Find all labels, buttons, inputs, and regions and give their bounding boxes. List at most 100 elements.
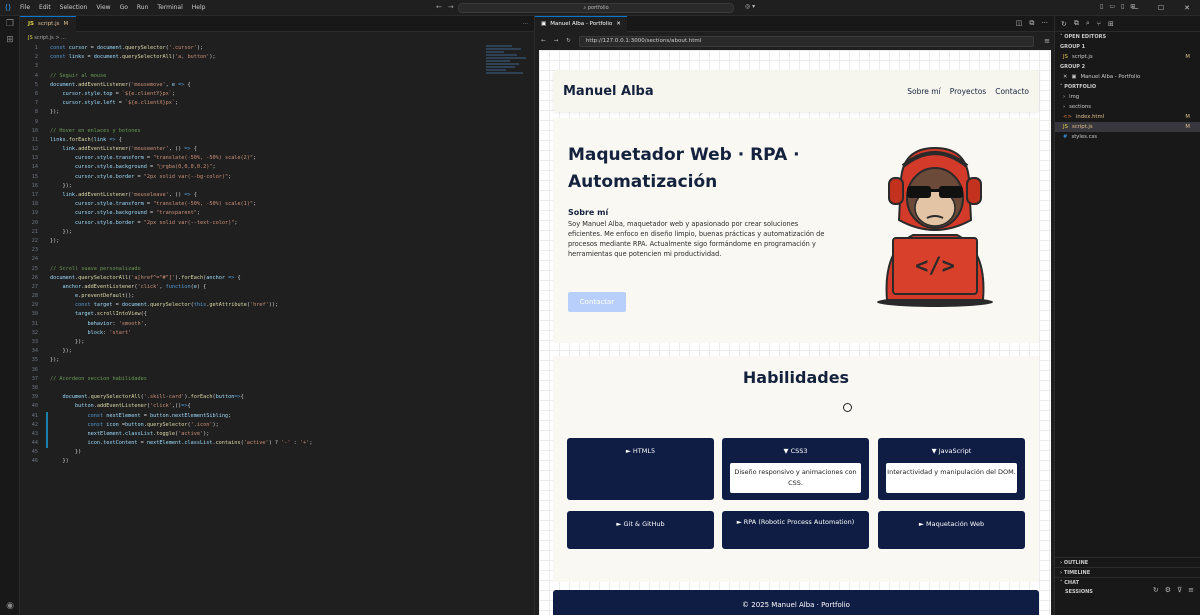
forward-arrow-icon[interactable]: →: [448, 3, 454, 11]
menu-edit[interactable]: Edit: [39, 4, 51, 11]
code-line[interactable]: 7 cursor. style. left = `${e.clientX}px`;: [20, 99, 535, 108]
skill-card-rpa[interactable]: ► RPA (Robotic Process Automation): [722, 511, 869, 549]
toggle-panel-icon[interactable]: ▭: [1109, 3, 1115, 10]
menu-file[interactable]: File: [20, 4, 30, 11]
code-line[interactable]: 21 });: [20, 228, 535, 237]
code-line[interactable]: 32 block: 'start': [20, 329, 535, 338]
open-editor-preview[interactable]: ✕ ▣ Manuel Alba - Portfolio: [1055, 72, 1200, 82]
skill-card-css3[interactable]: ▼ CSS3 Diseño responsivo y animaciones c…: [722, 438, 869, 500]
filter-icon[interactable]: ⊽: [1177, 586, 1182, 594]
refresh-icon[interactable]: ↻: [1061, 20, 1067, 28]
code-line[interactable]: 6 cursor. style. top = `${e.clientY}px`;: [20, 90, 535, 99]
close-icon[interactable]: ✕: [1063, 72, 1067, 82]
breadcrumb[interactable]: JS script.js > ...: [20, 32, 534, 44]
more-actions-icon[interactable]: ···: [523, 21, 528, 27]
code-line[interactable]: 2 const links = document. querySelectorAll…: [20, 53, 535, 62]
code-line[interactable]: 19 cursor. style. background = "transparen…: [20, 209, 535, 218]
toggle-sidebar-icon[interactable]: ▯: [1100, 3, 1103, 10]
forward-arrow-icon[interactable]: →: [554, 38, 559, 44]
close-window-icon[interactable]: ✕: [1174, 0, 1200, 16]
menu-go[interactable]: Go: [120, 4, 128, 11]
code-line[interactable]: 13 cursor. style. transform = "translate(-…: [20, 154, 535, 163]
back-arrow-icon[interactable]: ←: [436, 3, 442, 11]
outline-header[interactable]: › OUTLINE: [1055, 557, 1200, 567]
skill-card-git[interactable]: ► Git & GitHub: [567, 511, 714, 549]
copilot-icon[interactable]: ◎ ▾: [745, 3, 755, 10]
code-line[interactable]: 5 document. addEventListener('mousemove', …: [20, 81, 535, 90]
hamburger-menu-icon[interactable]: ≡: [1044, 37, 1050, 45]
contact-button[interactable]: Contactar: [568, 292, 626, 312]
code-line[interactable]: 4 // Seguir al mouse: [20, 72, 535, 81]
file-tree-item[interactable]: › sections: [1055, 102, 1200, 112]
nav-contact[interactable]: Contacto: [995, 87, 1029, 96]
code-line[interactable]: 45 }): [20, 448, 535, 457]
code-line[interactable]: 43 nextElement. classList. toggle('active'…: [20, 429, 535, 440]
code-line[interactable]: 24: [20, 255, 535, 264]
code-line[interactable]: 28 e. preventDefault ();: [20, 292, 535, 301]
code-line[interactable]: 31 behavior: 'smooth',: [20, 320, 535, 329]
account-icon[interactable]: ◉: [0, 601, 20, 611]
file-tree-item[interactable]: JS script.js M: [1055, 122, 1200, 132]
nav-about[interactable]: Sobre mí: [907, 87, 940, 96]
code-line[interactable]: 3: [20, 62, 535, 71]
open-in-browser-icon[interactable]: ⧉: [1029, 19, 1034, 28]
code-line[interactable]: 35});: [20, 356, 535, 365]
code-line[interactable]: 46 }): [20, 457, 535, 466]
code-line[interactable]: 44 icon. textContent = nextElement. classL…: [20, 439, 535, 449]
collapse-icon[interactable]: ≡: [1188, 586, 1194, 594]
code-line[interactable]: 17 link. addEventListener('mouseleave', (…: [20, 191, 535, 200]
close-tab-icon[interactable]: ✕: [616, 21, 621, 27]
code-line[interactable]: 22});: [20, 237, 535, 246]
code-line[interactable]: 10 // Hover en enlaces y botones: [20, 127, 535, 136]
timeline-header[interactable]: › TIMELINE: [1055, 567, 1200, 577]
code-line[interactable]: 15 cursor. style. border = "2px solid var(…: [20, 173, 535, 182]
portfolio-folder-header[interactable]: ˅ PORTFOLIO: [1055, 82, 1200, 92]
search-icon[interactable]: ⌕: [1086, 19, 1090, 28]
code-line[interactable]: 42 const icon = button. querySelector('.ic…: [20, 420, 535, 430]
code-line[interactable]: 18 cursor. style. transform = "translate(-…: [20, 200, 535, 209]
code-line[interactable]: 20 cursor. style. border = "2px solid var(…: [20, 219, 535, 228]
tab-preview[interactable]: ▣ Manuel Alba - Portfolio ✕: [535, 15, 627, 32]
code-line[interactable]: 41 const nextElement = button. nextElemen…: [20, 411, 535, 421]
code-line[interactable]: 8});: [20, 108, 535, 117]
settings-icon[interactable]: ⚙: [1165, 586, 1171, 594]
file-tree-item[interactable]: › img: [1055, 92, 1200, 102]
open-editors-header[interactable]: ˅ OPEN EDITORS: [1055, 32, 1200, 42]
command-center-search[interactable]: ⌕ portfolio: [458, 3, 734, 13]
code-line[interactable]: 25 // Scroll suave personalizado: [20, 265, 535, 274]
code-line[interactable]: 30 target. scrollIntoView({: [20, 310, 535, 319]
code-line[interactable]: 33 });: [20, 338, 535, 347]
file-tree-item[interactable]: <> index.html M: [1055, 112, 1200, 122]
copy-icon[interactable]: ⧉: [1074, 19, 1079, 28]
code-line[interactable]: 29 const target = document. querySelector…: [20, 301, 535, 310]
code-line[interactable]: 27 anchor. addEventListener('click', func…: [20, 283, 535, 292]
code-line[interactable]: 38: [20, 384, 535, 393]
menu-help[interactable]: Help: [192, 4, 206, 11]
menu-terminal[interactable]: Terminal: [157, 4, 182, 11]
back-arrow-icon[interactable]: ←: [541, 38, 546, 44]
code-line[interactable]: 1 const cursor = document. querySelector('…: [20, 44, 535, 53]
code-line[interactable]: 16 });: [20, 182, 535, 191]
menu-run[interactable]: Run: [137, 4, 149, 11]
code-line[interactable]: 34 });: [20, 347, 535, 356]
skill-card-html5[interactable]: ► HTML5: [567, 438, 714, 500]
code-line[interactable]: 9: [20, 118, 535, 127]
refresh-icon[interactable]: ↻: [1153, 586, 1159, 594]
code-lines[interactable]: 1 const cursor = document. querySelector('…: [20, 44, 535, 467]
skill-card-javascript[interactable]: ▼ JavaScript Interactividad y manipulaci…: [878, 438, 1025, 500]
code-line[interactable]: 36: [20, 366, 535, 375]
source-control-icon[interactable]: ⑂: [1097, 20, 1101, 28]
code-line[interactable]: 39 document. querySelectorAll('.skill-car…: [20, 393, 535, 402]
file-tree-item[interactable]: # styles.css: [1055, 132, 1200, 142]
tab-script-js[interactable]: JS script.js M: [20, 15, 77, 32]
explorer-icon[interactable]: ❐: [0, 16, 20, 32]
open-editor-script-js[interactable]: JS script.js M: [1055, 52, 1200, 62]
menu-selection[interactable]: Selection: [60, 4, 88, 11]
code-line[interactable]: 23: [20, 246, 535, 255]
minimap[interactable]: [486, 44, 530, 84]
url-input[interactable]: http://127.0.0.1:3000/sections/about.htm…: [578, 35, 1034, 47]
nav-projects[interactable]: Proyectos: [950, 87, 987, 96]
split-editor-icon[interactable]: ◫: [1016, 19, 1023, 28]
menu-view[interactable]: View: [96, 4, 110, 11]
more-actions-icon[interactable]: ···: [1041, 19, 1048, 28]
